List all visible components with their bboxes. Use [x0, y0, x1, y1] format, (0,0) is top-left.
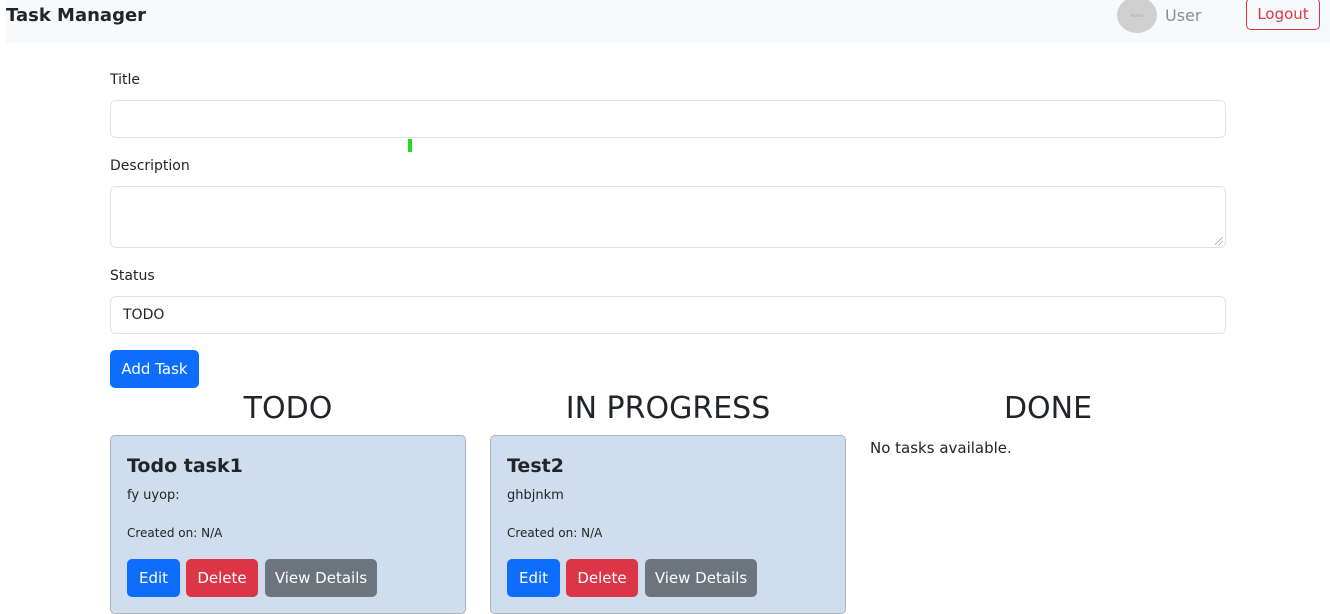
add-task-button[interactable]: Add Task: [110, 350, 199, 388]
user-name: User: [1165, 6, 1202, 25]
app-title: Task Manager: [6, 5, 147, 26]
column-heading-in-progress: IN PROGRESS: [565, 391, 771, 426]
title-input[interactable]: [110, 100, 1226, 138]
task-description: ghbjnkm: [507, 488, 564, 503]
user-avatar[interactable]: Avatar: [1117, 0, 1157, 33]
empty-tasks-message: No tasks available.: [870, 439, 1012, 457]
column-heading-done: DONE: [1003, 391, 1093, 426]
resize-grip-icon[interactable]: [1215, 237, 1223, 245]
task-created-date: Created on: N/A: [127, 526, 223, 540]
text-cursor-marker: [408, 139, 412, 152]
title-label: Title: [110, 72, 141, 88]
task-card: Test2 ghbjnkm Created on: N/A Edit Delet…: [490, 435, 846, 614]
status-input-value: TODO: [123, 307, 165, 323]
edit-button[interactable]: Edit: [507, 559, 560, 597]
navbar: Task Manager Avatar User Logout: [6, 0, 1330, 43]
delete-button[interactable]: Delete: [566, 559, 638, 597]
description-textarea[interactable]: [110, 186, 1226, 248]
task-created-date: Created on: N/A: [507, 526, 603, 540]
task-card: Todo task1 fy uyop: Created on: N/A Edit…: [110, 435, 466, 614]
edit-button[interactable]: Edit: [127, 559, 180, 597]
logout-button[interactable]: Logout: [1246, 0, 1320, 30]
view-details-button[interactable]: View Details: [265, 559, 377, 597]
task-title: Todo task1: [127, 455, 243, 477]
status-label: Status: [110, 268, 155, 284]
view-details-button[interactable]: View Details: [645, 559, 757, 597]
task-description: fy uyop:: [127, 488, 180, 503]
status-input[interactable]: TODO: [110, 296, 1226, 334]
task-title: Test2: [507, 455, 564, 477]
column-heading-todo: TODO: [243, 391, 333, 426]
description-label: Description: [110, 158, 190, 174]
delete-button[interactable]: Delete: [186, 559, 258, 597]
